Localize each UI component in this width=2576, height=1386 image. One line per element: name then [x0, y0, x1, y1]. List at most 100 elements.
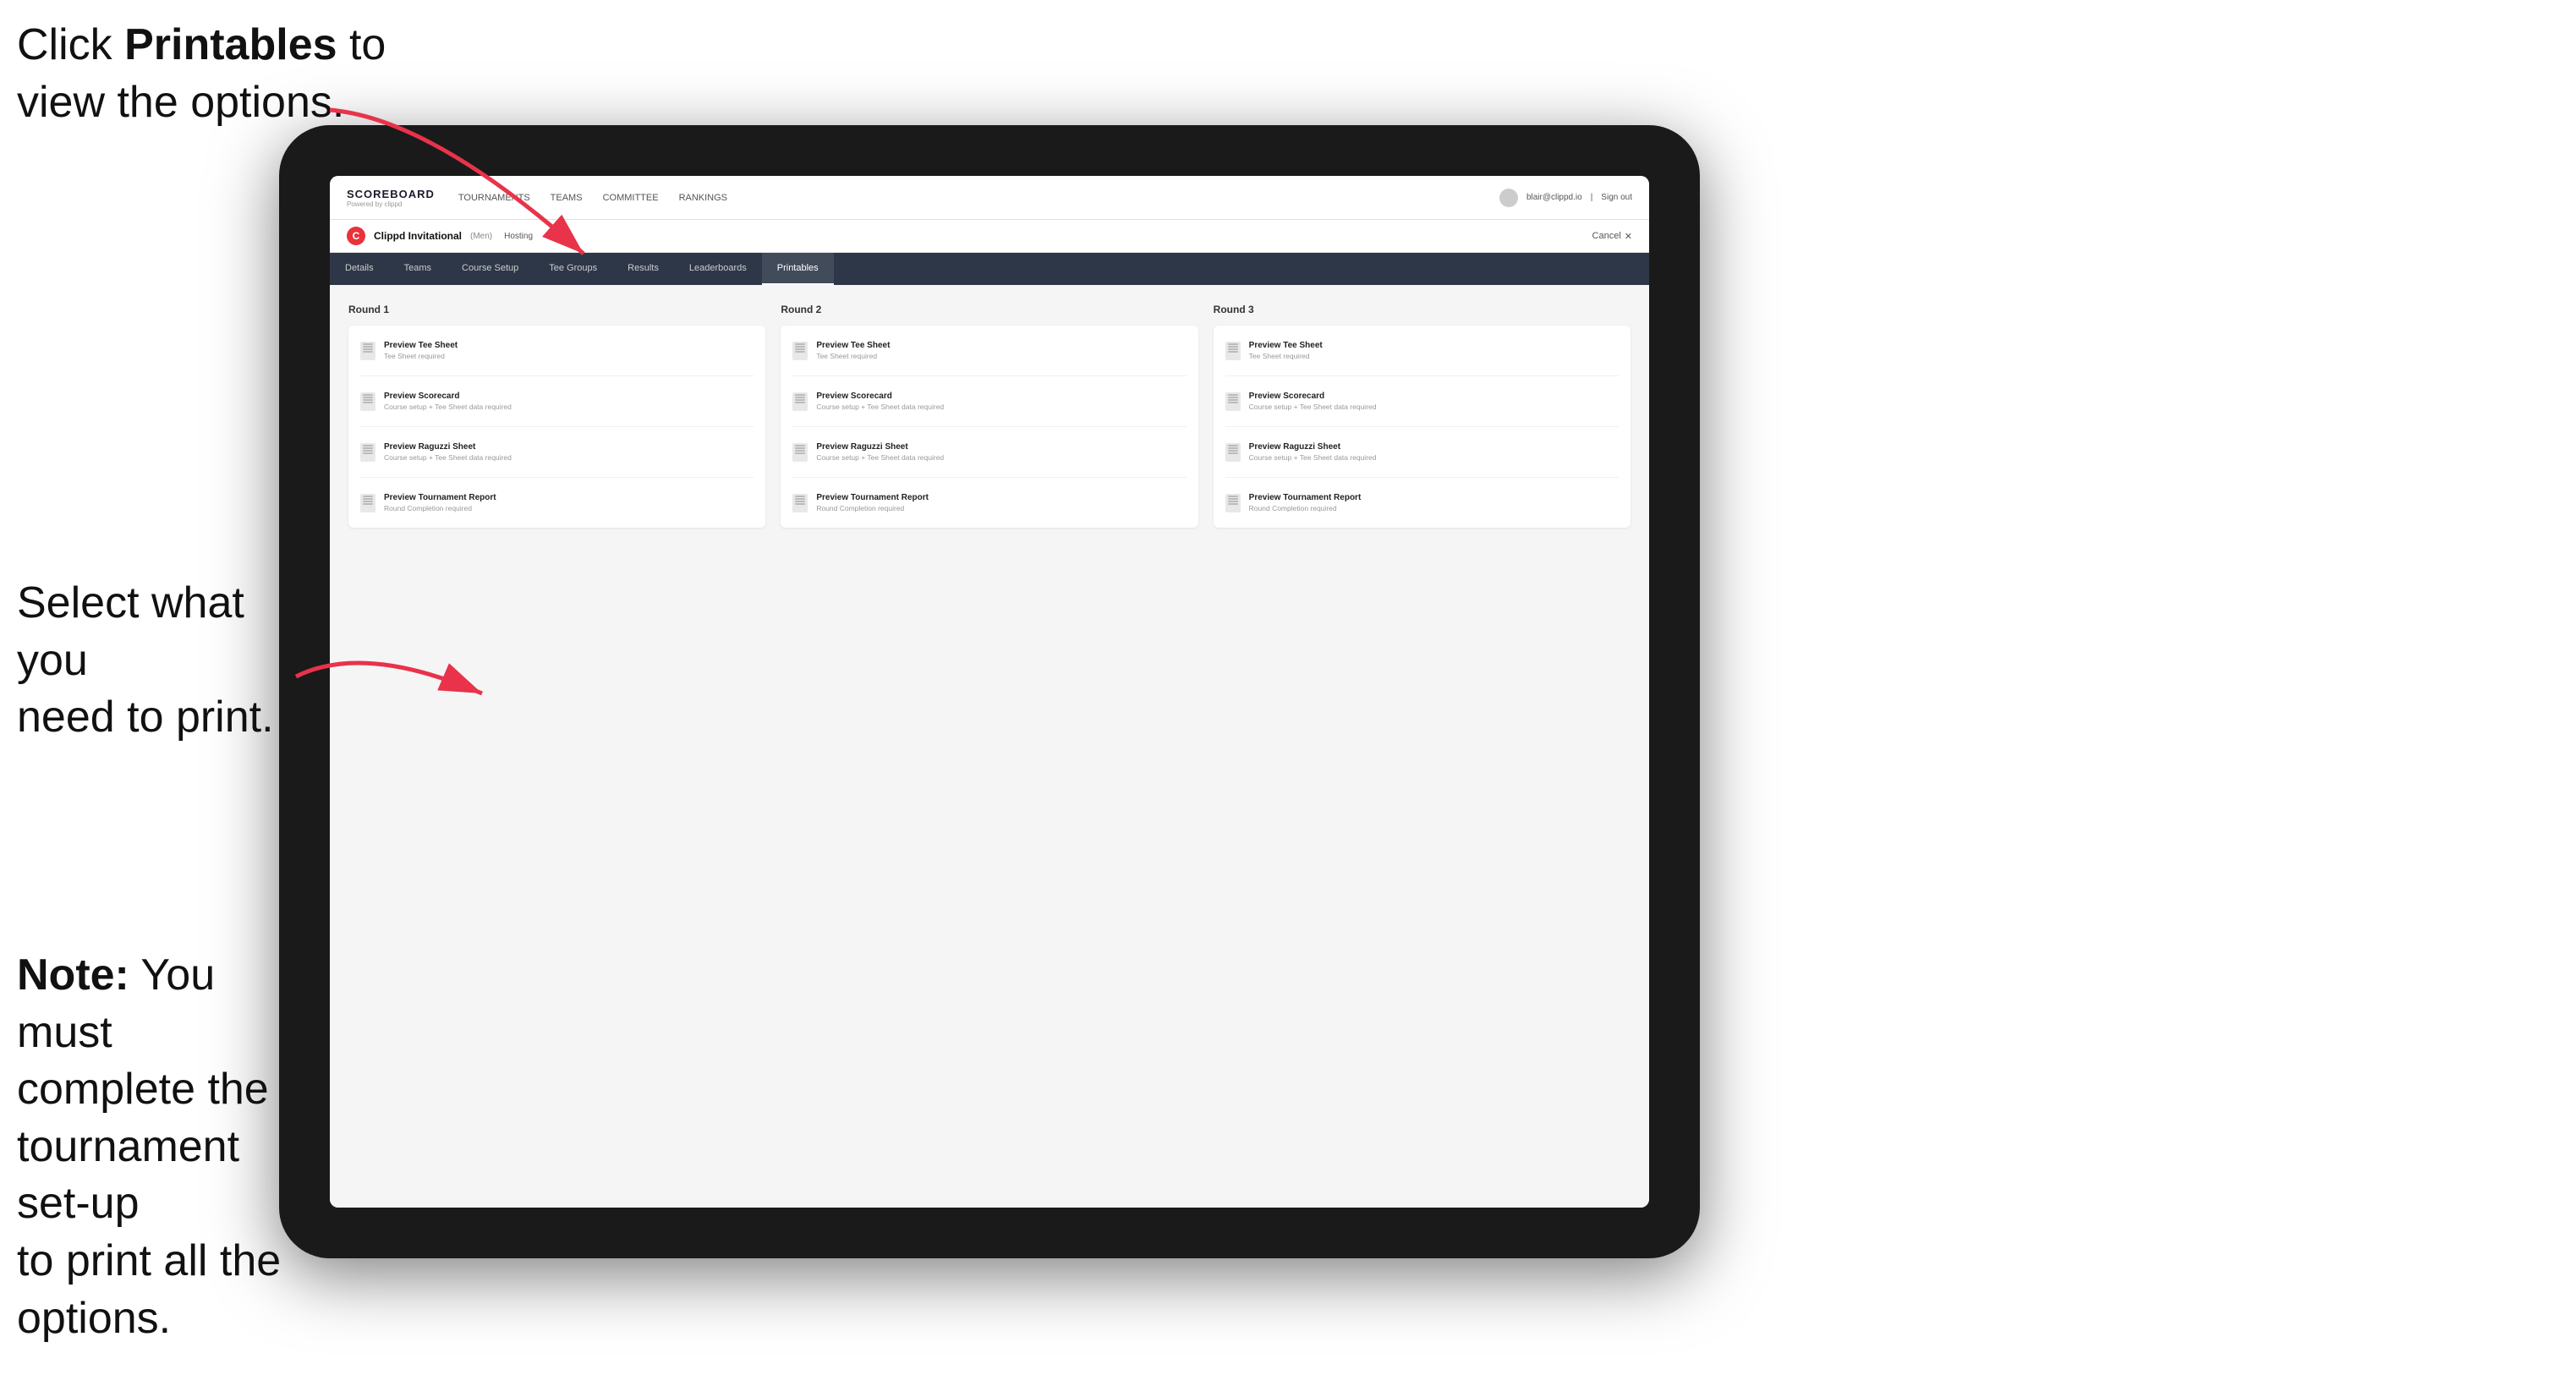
nav-teams[interactable]: TEAMS: [551, 189, 583, 206]
divider: [1225, 426, 1619, 427]
divider: [792, 426, 1186, 427]
logo-title: SCOREBOARD: [347, 188, 435, 200]
user-email: blair@clippd.io: [1526, 193, 1582, 202]
tab-results[interactable]: Results: [612, 253, 674, 285]
scorecard-icon-r2: [792, 392, 808, 411]
sign-out-link[interactable]: Sign out: [1601, 193, 1632, 202]
scorecard-icon-r3: [1225, 392, 1241, 411]
r2-tournament-report-subtitle: Round Completion required: [816, 504, 929, 512]
nav-rankings[interactable]: RANKINGS: [679, 189, 727, 206]
round-2-scorecard[interactable]: Preview Scorecard Course setup + Tee She…: [792, 388, 1186, 414]
nav-tournaments[interactable]: TOURNAMENTS: [458, 189, 530, 206]
annotation-middle: Select what you need to print.: [17, 575, 279, 747]
raguzzi-icon-r2: [792, 443, 808, 462]
tournament-report-icon: [360, 494, 375, 512]
top-nav-links: TOURNAMENTS TEAMS COMMITTEE RANKINGS: [458, 189, 1499, 206]
annotation-bottom: Note: You mustcomplete thetournament set…: [17, 947, 304, 1347]
r2-scorecard-subtitle: Course setup + Tee Sheet data required: [816, 403, 944, 411]
round-1-tee-sheet[interactable]: Preview Tee Sheet Tee Sheet required: [360, 337, 754, 364]
tee-sheet-icon-r2: [792, 342, 808, 360]
tournament-logo: C: [347, 227, 365, 245]
raguzzi-icon: [360, 443, 375, 462]
round-2-card: Preview Tee Sheet Tee Sheet required Pre…: [781, 326, 1198, 528]
separator: |: [1591, 193, 1593, 202]
r3-tee-sheet-title: Preview Tee Sheet: [1249, 341, 1323, 350]
round-3-column: Round 3 Preview Tee Sheet Tee Sheet requ…: [1214, 304, 1631, 528]
scorecard-subtitle: Course setup + Tee Sheet data required: [384, 403, 512, 411]
round-1-raguzzi[interactable]: Preview Raguzzi Sheet Course setup + Tee…: [360, 439, 754, 465]
divider: [360, 477, 754, 478]
tab-leaderboards[interactable]: Leaderboards: [674, 253, 762, 285]
avatar: [1499, 189, 1518, 207]
main-content: Round 1 Preview Tee Sheet Tee Sheet requ…: [330, 285, 1649, 1208]
round-3-tee-sheet[interactable]: Preview Tee Sheet Tee Sheet required: [1225, 337, 1619, 364]
r3-tournament-report-subtitle: Round Completion required: [1249, 504, 1362, 512]
r3-scorecard-title: Preview Scorecard: [1249, 392, 1377, 401]
scorecard-icon: [360, 392, 375, 411]
round-2-raguzzi[interactable]: Preview Raguzzi Sheet Course setup + Tee…: [792, 439, 1186, 465]
rounds-grid: Round 1 Preview Tee Sheet Tee Sheet requ…: [348, 304, 1631, 528]
tournament-report-icon-r3: [1225, 494, 1241, 512]
tournament-header: C Clippd Invitational (Men) Hosting Canc…: [330, 220, 1649, 253]
divider: [1225, 375, 1619, 376]
round-3-tournament-report[interactable]: Preview Tournament Report Round Completi…: [1225, 490, 1619, 516]
scorecard-title: Preview Scorecard: [384, 392, 512, 401]
tournament-report-icon-r2: [792, 494, 808, 512]
divider: [792, 477, 1186, 478]
tab-teams[interactable]: Teams: [389, 253, 447, 285]
tournament-report-subtitle: Round Completion required: [384, 504, 496, 512]
r2-tee-sheet-title: Preview Tee Sheet: [816, 341, 890, 350]
r2-scorecard-title: Preview Scorecard: [816, 392, 944, 401]
cancel-button[interactable]: Cancel ✕: [1592, 231, 1632, 242]
tab-details[interactable]: Details: [330, 253, 389, 285]
round-1-column: Round 1 Preview Tee Sheet Tee Sheet requ…: [348, 304, 765, 528]
tee-sheet-title: Preview Tee Sheet: [384, 341, 458, 350]
tab-course-setup[interactable]: Course Setup: [447, 253, 534, 285]
tee-sheet-subtitle: Tee Sheet required: [384, 352, 458, 360]
round-1-card: Preview Tee Sheet Tee Sheet required Pre…: [348, 326, 765, 528]
tab-tee-groups[interactable]: Tee Groups: [534, 253, 612, 285]
r2-tournament-report-title: Preview Tournament Report: [816, 493, 929, 502]
tee-sheet-icon: [360, 342, 375, 360]
round-2-tournament-report[interactable]: Preview Tournament Report Round Completi…: [792, 490, 1186, 516]
round-1-scorecard[interactable]: Preview Scorecard Course setup + Tee She…: [360, 388, 754, 414]
round-1-tournament-report[interactable]: Preview Tournament Report Round Completi…: [360, 490, 754, 516]
round-3-scorecard[interactable]: Preview Scorecard Course setup + Tee She…: [1225, 388, 1619, 414]
scoreboard-logo: SCOREBOARD Powered by clippd: [347, 188, 435, 208]
tee-sheet-icon-r3: [1225, 342, 1241, 360]
round-3-card: Preview Tee Sheet Tee Sheet required Pre…: [1214, 326, 1631, 528]
round-2-column: Round 2 Preview Tee Sheet Tee Sheet requ…: [781, 304, 1198, 528]
round-3-title: Round 3: [1214, 304, 1631, 315]
r3-raguzzi-subtitle: Course setup + Tee Sheet data required: [1249, 453, 1377, 462]
divider: [792, 375, 1186, 376]
tournament-report-title: Preview Tournament Report: [384, 493, 496, 502]
sub-nav: Details Teams Course Setup Tee Groups Re…: [330, 253, 1649, 285]
annotation-bold: Printables: [124, 20, 337, 69]
tournament-tag: (Men): [470, 232, 492, 241]
r3-scorecard-subtitle: Course setup + Tee Sheet data required: [1249, 403, 1377, 411]
nav-committee[interactable]: COMMITTEE: [603, 189, 659, 206]
top-nav: SCOREBOARD Powered by clippd TOURNAMENTS…: [330, 176, 1649, 220]
r3-raguzzi-title: Preview Raguzzi Sheet: [1249, 442, 1377, 452]
annotation-top: Click Printables toview the options.: [17, 17, 386, 131]
tournament-name: Clippd Invitational: [374, 230, 462, 242]
tablet-device: SCOREBOARD Powered by clippd TOURNAMENTS…: [279, 125, 1700, 1258]
divider: [1225, 477, 1619, 478]
divider: [360, 426, 754, 427]
round-2-tee-sheet[interactable]: Preview Tee Sheet Tee Sheet required: [792, 337, 1186, 364]
top-nav-right: blair@clippd.io | Sign out: [1499, 189, 1632, 207]
raguzzi-title: Preview Raguzzi Sheet: [384, 442, 512, 452]
round-1-title: Round 1: [348, 304, 765, 315]
r2-tee-sheet-subtitle: Tee Sheet required: [816, 352, 890, 360]
r3-tournament-report-title: Preview Tournament Report: [1249, 493, 1362, 502]
tournament-hosting: Hosting: [504, 232, 533, 241]
annotation-note-bold: Note:: [17, 950, 129, 1000]
divider: [360, 375, 754, 376]
r2-raguzzi-subtitle: Course setup + Tee Sheet data required: [816, 453, 944, 462]
r3-tee-sheet-subtitle: Tee Sheet required: [1249, 352, 1323, 360]
round-2-title: Round 2: [781, 304, 1198, 315]
raguzzi-subtitle: Course setup + Tee Sheet data required: [384, 453, 512, 462]
tab-printables[interactable]: Printables: [762, 253, 834, 285]
round-3-raguzzi[interactable]: Preview Raguzzi Sheet Course setup + Tee…: [1225, 439, 1619, 465]
tablet-screen: SCOREBOARD Powered by clippd TOURNAMENTS…: [330, 176, 1649, 1208]
